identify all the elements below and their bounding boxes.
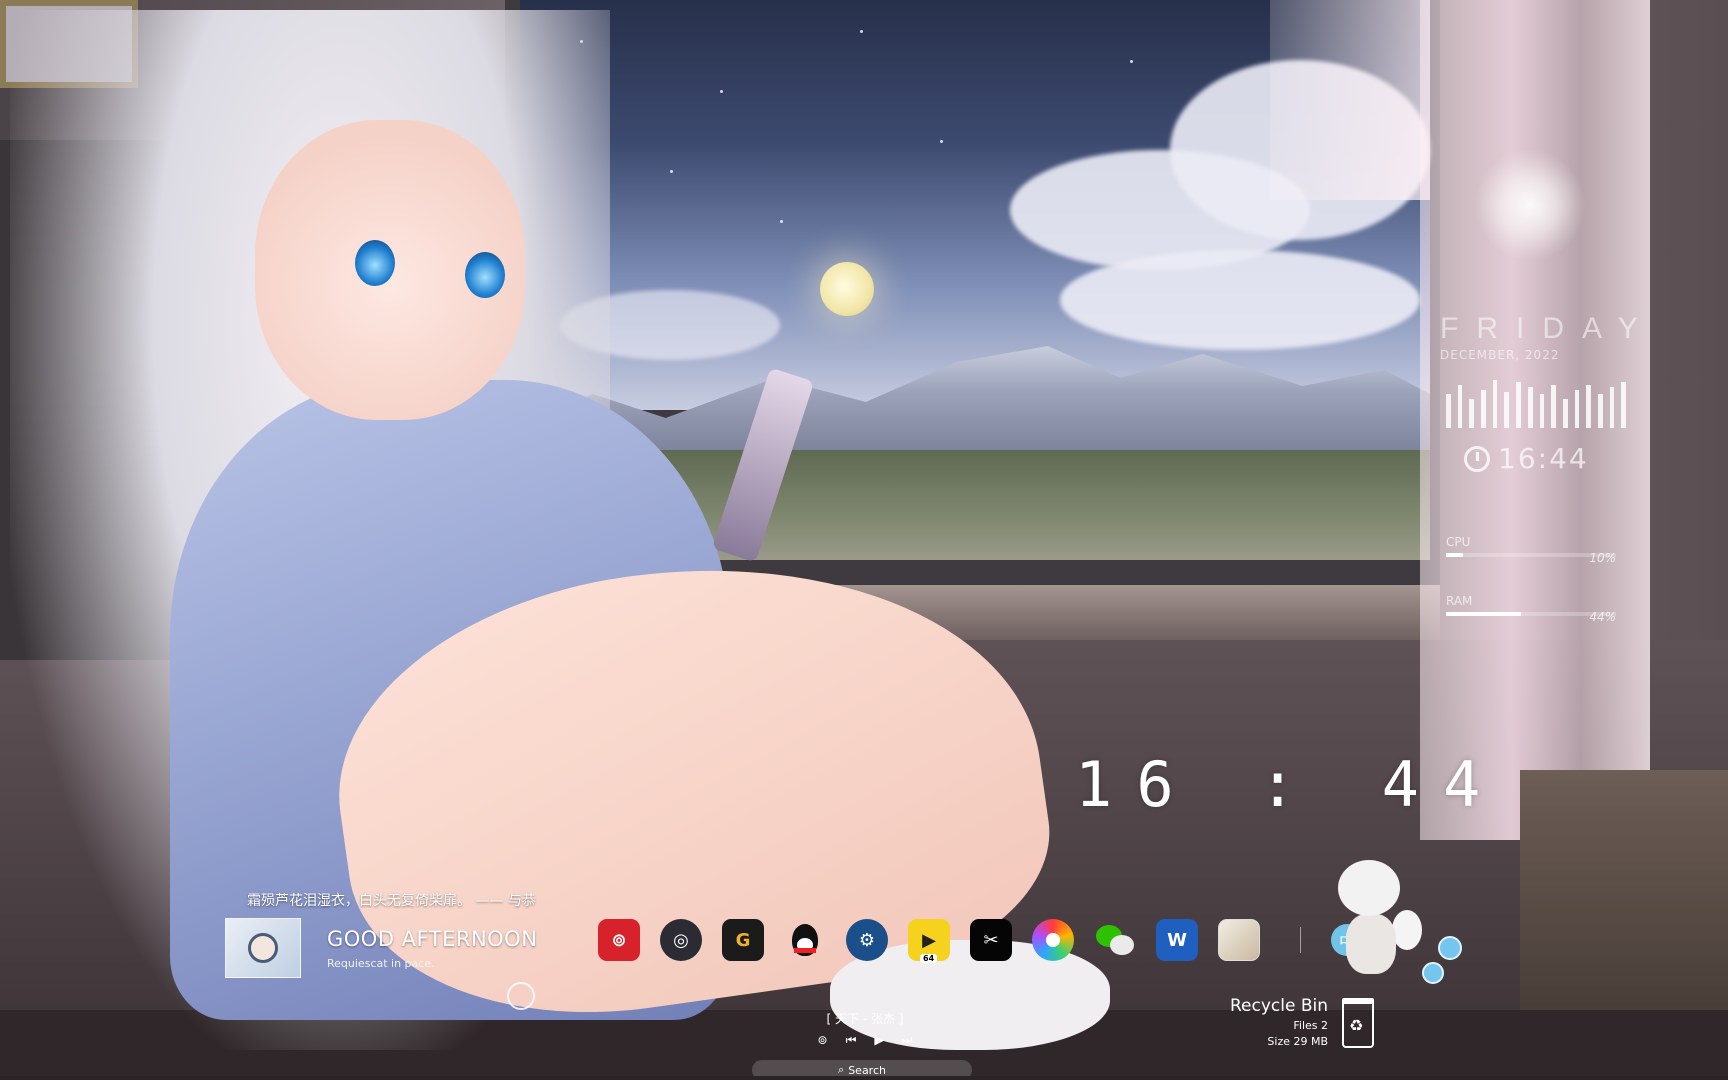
- audio-visualizer: [1446, 378, 1626, 428]
- user-avatar[interactable]: [225, 918, 301, 978]
- rainbow-ring-icon[interactable]: [1032, 919, 1074, 961]
- recycle-bin-widget[interactable]: Recycle Bin Files 2 Size 29 MB: [1230, 996, 1375, 1048]
- recycle-bin-size: Size 29 MB: [1267, 1035, 1329, 1048]
- audio-bar: [1539, 394, 1545, 428]
- audio-bar: [1551, 385, 1556, 428]
- audio-bar: [1597, 394, 1603, 428]
- greeting-subtitle: Requiescat in pace.: [327, 956, 435, 970]
- play-icon[interactable]: ▶: [874, 1033, 883, 1048]
- clock-icon: [1464, 445, 1490, 472]
- wechat-icon[interactable]: [1094, 919, 1136, 961]
- poem-quote: 霜殒芦花泪湿衣，白头无复倚柴扉。 —— 与恭: [247, 893, 536, 909]
- netease-logo-icon[interactable]: ⊚: [818, 1033, 828, 1048]
- desktop-clock: 16 : 44: [1075, 748, 1505, 821]
- ram-label: RAM: [1446, 594, 1473, 608]
- recycle-bin-icon[interactable]: [1342, 998, 1375, 1048]
- netease-music-icon[interactable]: ⊚: [598, 919, 640, 961]
- wallpaper-moon: [820, 262, 874, 316]
- qq-penguin-icon[interactable]: [784, 919, 826, 961]
- dock-separator: [1300, 927, 1301, 953]
- audio-bar: [1609, 387, 1615, 428]
- weekday-label: FRIDAY: [1440, 312, 1656, 345]
- audio-bar: [1481, 390, 1486, 428]
- search-label: Search: [848, 1063, 886, 1077]
- widget-time: 16:44: [1498, 442, 1589, 475]
- word-icon[interactable]: W: [1156, 919, 1198, 961]
- greeting-title: GOOD AFTERNOON: [327, 926, 538, 951]
- widget-clock: 16:44: [1464, 442, 1589, 475]
- potplayer-badge: 64: [920, 954, 938, 963]
- ram-meter: RAM 44%: [1446, 594, 1616, 624]
- audio-bar: [1492, 380, 1498, 428]
- g-app-icon[interactable]: G: [722, 919, 764, 961]
- cursor-ring-icon: [507, 982, 535, 1010]
- sun-icon: [1475, 150, 1585, 260]
- song-title: [ 天下 - 张杰 ]: [826, 1012, 904, 1026]
- steam-icon[interactable]: ⚙: [846, 919, 888, 961]
- audio-bar: [1574, 390, 1580, 428]
- audio-bar: [1516, 382, 1521, 428]
- previous-icon[interactable]: ⏮: [846, 1033, 857, 1048]
- recycle-bin-files: Files 2: [1293, 1019, 1329, 1032]
- system-info-widget: FRIDAY DECEMBER, 2022 16:44 CPU 10% RAM …: [1440, 150, 1640, 670]
- date-label: DECEMBER, 2022: [1440, 348, 1560, 362]
- audio-bar: [1446, 394, 1451, 428]
- audio-bar: [1562, 399, 1568, 428]
- next-icon[interactable]: ⏭: [902, 1033, 913, 1048]
- audio-bar: [1469, 399, 1475, 428]
- orb-icon: [1422, 962, 1444, 984]
- ram-meter-fill: [1446, 612, 1521, 616]
- cpu-label: CPU: [1446, 535, 1471, 549]
- app-dock: ⊚ ◎ G ⚙ ▶64 ✂ W 中: [598, 919, 1363, 963]
- music-player: [ 天下 - 张杰 ] ⊚ ⏮ ▶ ⏭: [790, 1010, 940, 1048]
- avatar-image: [248, 933, 278, 963]
- search-icon: ⌕: [838, 1063, 845, 1076]
- orb-icon: [1438, 936, 1462, 960]
- audio-bar: [1586, 385, 1591, 428]
- capcut-icon[interactable]: ✂: [970, 919, 1012, 961]
- genshin-icon[interactable]: [1218, 919, 1260, 961]
- audio-bar: [1504, 392, 1510, 428]
- cpu-meter-fill: [1446, 553, 1463, 557]
- potplayer-icon[interactable]: ▶ 64: [908, 919, 950, 963]
- audio-bar: [1527, 387, 1533, 428]
- wallpaper-character-face: [255, 120, 525, 420]
- cpu-percent: 10%: [1589, 551, 1616, 565]
- audio-bar: [1457, 385, 1463, 428]
- chibi-mascot[interactable]: [1320, 860, 1422, 988]
- audio-bar: [1621, 382, 1626, 428]
- ram-percent: 44%: [1589, 610, 1616, 624]
- recycle-bin-title: Recycle Bin: [1230, 996, 1329, 1016]
- greeting-widget: GOOD AFTERNOON Requiescat in pace.: [225, 918, 537, 978]
- cpu-meter: CPU 10%: [1446, 535, 1616, 565]
- obs-icon[interactable]: ◎: [660, 919, 702, 961]
